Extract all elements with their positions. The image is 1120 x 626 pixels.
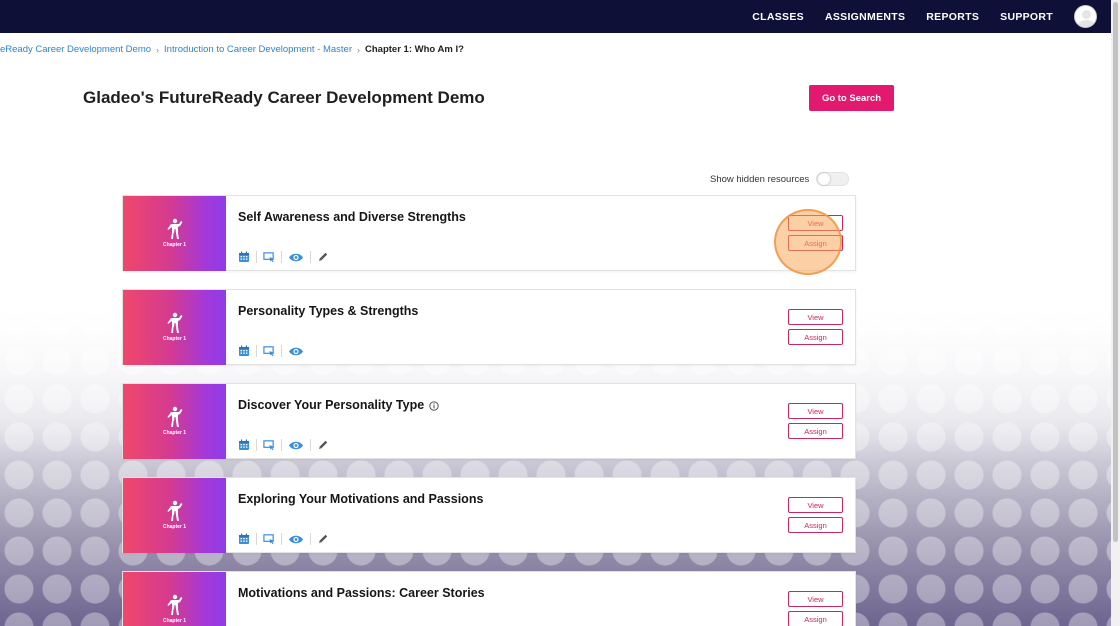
lesson-title-row: Personality Types & Strengths (238, 304, 418, 318)
eye-icon[interactable] (288, 251, 304, 263)
nav-classes[interactable]: CLASSES (752, 11, 804, 23)
present-icon[interactable] (263, 439, 275, 451)
nav-assignments[interactable]: ASSIGNMENTS (825, 11, 905, 23)
view-button[interactable]: View (788, 403, 843, 419)
icon-divider (281, 439, 282, 451)
view-button[interactable]: View (788, 497, 843, 513)
top-navigation-bar: CLASSES ASSIGNMENTS REPORTS SUPPORT (0, 0, 1111, 33)
icon-divider (256, 439, 257, 451)
thumbnail-caption: Chapter 1 (162, 336, 187, 342)
info-icon[interactable] (429, 400, 439, 411)
eye-icon[interactable] (288, 533, 304, 545)
chapter-thumbnail: Chapter 1 (123, 290, 226, 365)
nav-support[interactable]: SUPPORT (1000, 11, 1053, 23)
assign-button[interactable]: Assign (788, 423, 843, 439)
go-to-search-button[interactable]: Go to Search (809, 85, 894, 111)
hero-figure-icon (167, 218, 183, 239)
chapter-thumbnail: Chapter 1 (123, 572, 226, 626)
breadcrumb-link-master[interactable]: Introduction to Career Development - Mas… (164, 44, 352, 55)
calendar-icon[interactable] (238, 439, 250, 451)
lesson-title-row: Motivations and Passions: Career Stories (238, 586, 485, 600)
lesson-card: Chapter 1 Personality Types & Strengths … (122, 289, 856, 365)
icon-divider (310, 251, 311, 263)
thumbnail-caption: Chapter 1 (162, 524, 187, 530)
view-button[interactable]: View (788, 591, 843, 607)
page-title: Gladeo's FutureReady Career Development … (83, 88, 485, 107)
lesson-actions (238, 251, 329, 263)
nav-reports[interactable]: REPORTS (926, 11, 979, 23)
show-hidden-toggle[interactable] (816, 172, 850, 186)
lesson-title[interactable]: Personality Types & Strengths (238, 304, 418, 318)
icon-divider (256, 533, 257, 545)
assign-button[interactable]: Assign (788, 517, 843, 533)
hero-figure-icon (167, 594, 183, 615)
icon-divider (310, 533, 311, 545)
assign-button[interactable]: Assign (788, 329, 843, 345)
lesson-title[interactable]: Motivations and Passions: Career Stories (238, 586, 485, 600)
icon-divider (256, 345, 257, 357)
breadcrumb-link-course[interactable]: eReady Career Development Demo (0, 44, 151, 55)
breadcrumb-current: Chapter 1: Who Am I? (365, 44, 464, 55)
lesson-title[interactable]: Exploring Your Motivations and Passions (238, 492, 483, 506)
lesson-title-row: Self Awareness and Diverse Strengths (238, 210, 466, 224)
chapter-thumbnail: Chapter 1 (123, 196, 226, 271)
page-scrollbar[interactable] (1111, 0, 1120, 626)
lesson-actions (238, 533, 329, 545)
scrollbar-thumb[interactable] (1113, 2, 1118, 542)
assign-button[interactable]: Assign (788, 611, 843, 626)
eye-icon[interactable] (288, 345, 304, 357)
hero-figure-icon (167, 406, 183, 427)
chapter-thumbnail: Chapter 1 (123, 478, 226, 553)
eye-icon[interactable] (288, 439, 304, 451)
breadcrumb: eReady Career Development Demo › Introdu… (0, 44, 464, 55)
icon-divider (281, 533, 282, 545)
view-button[interactable]: View (788, 309, 843, 325)
chapter-thumbnail: Chapter 1 (123, 384, 226, 459)
calendar-icon[interactable] (238, 251, 250, 263)
present-icon[interactable] (263, 251, 275, 263)
present-icon[interactable] (263, 533, 275, 545)
toggle-knob (818, 173, 831, 185)
lesson-card: Chapter 1 Discover Your Personality Type… (122, 383, 856, 459)
click-highlight (774, 209, 842, 275)
pencil-icon[interactable] (317, 533, 329, 545)
lesson-card: Chapter 1 Exploring Your Motivations and… (122, 477, 856, 553)
calendar-icon[interactable] (238, 345, 250, 357)
present-icon[interactable] (263, 345, 275, 357)
icon-divider (310, 439, 311, 451)
chevron-right-icon: › (357, 44, 361, 55)
icon-divider (281, 345, 282, 357)
calendar-icon[interactable] (238, 533, 250, 545)
pencil-icon[interactable] (317, 439, 329, 451)
hero-figure-icon (167, 500, 183, 521)
thumbnail-caption: Chapter 1 (162, 430, 187, 436)
lesson-actions (238, 439, 329, 451)
lesson-title[interactable]: Discover Your Personality Type (238, 398, 424, 412)
lesson-title-row: Discover Your Personality Type (238, 398, 439, 412)
hero-figure-icon (167, 312, 183, 333)
lesson-actions (238, 345, 304, 357)
icon-divider (256, 251, 257, 263)
lesson-title[interactable]: Self Awareness and Diverse Strengths (238, 210, 466, 224)
icon-divider (281, 251, 282, 263)
lesson-card: Chapter 1 Motivations and Passions: Care… (122, 571, 856, 626)
thumbnail-caption: Chapter 1 (162, 242, 187, 248)
user-avatar[interactable] (1074, 5, 1097, 28)
chevron-right-icon: › (156, 44, 160, 55)
pencil-icon[interactable] (317, 251, 329, 263)
show-hidden-row: Show hidden resources (710, 172, 850, 186)
show-hidden-label: Show hidden resources (710, 173, 810, 185)
lesson-title-row: Exploring Your Motivations and Passions (238, 492, 483, 506)
lesson-card: Chapter 1 Self Awareness and Diverse Str… (122, 195, 856, 271)
thumbnail-caption: Chapter 1 (162, 618, 187, 624)
